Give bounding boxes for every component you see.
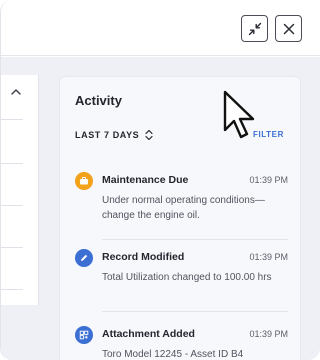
activity-item-description: Toro Model 12245 - Asset ID B4 (102, 349, 244, 360)
chevron-up-icon[interactable] (9, 85, 23, 99)
row-divider (1, 205, 23, 206)
activity-item-description: Total Utilization changed to 100.00 hrs (102, 272, 272, 283)
activity-item-title: Attachment Added (102, 328, 195, 340)
close-button[interactable] (275, 15, 302, 42)
activity-item-title: Maintenance Due (102, 174, 189, 186)
activity-title: Activity (75, 93, 122, 108)
row-divider (1, 119, 23, 120)
activity-item-time: 01:39 PM (249, 329, 288, 339)
row-divider (1, 247, 23, 248)
activity-item-time: 01:39 PM (249, 175, 288, 185)
filter-link[interactable]: FILTER (253, 130, 284, 139)
activity-item-time: 01:39 PM (249, 252, 288, 262)
pencil-icon (75, 249, 93, 267)
app-window: Activity LAST 7 DAYS FILTER Maintenance … (0, 0, 320, 360)
activity-item-description: Under normal operating conditions—change… (102, 195, 265, 221)
row-divider (1, 163, 23, 164)
attachment-grid-icon (75, 326, 93, 344)
item-divider (102, 311, 288, 312)
left-panel (1, 75, 39, 305)
activity-item-title: Record Modified (102, 251, 185, 263)
row-divider (1, 289, 23, 290)
collapse-arrows-icon (248, 22, 261, 35)
top-bar (1, 0, 320, 56)
item-divider (102, 239, 288, 240)
activity-panel: Activity LAST 7 DAYS FILTER Maintenance … (59, 76, 301, 360)
date-range-label: LAST 7 DAYS (75, 130, 140, 140)
mouse-cursor-icon (223, 90, 255, 139)
briefcase-icon (75, 172, 93, 190)
collapse-button[interactable] (241, 15, 268, 42)
close-x-icon (283, 23, 294, 34)
date-range-selector[interactable]: LAST 7 DAYS (75, 129, 154, 141)
sort-arrows-icon (145, 129, 153, 141)
